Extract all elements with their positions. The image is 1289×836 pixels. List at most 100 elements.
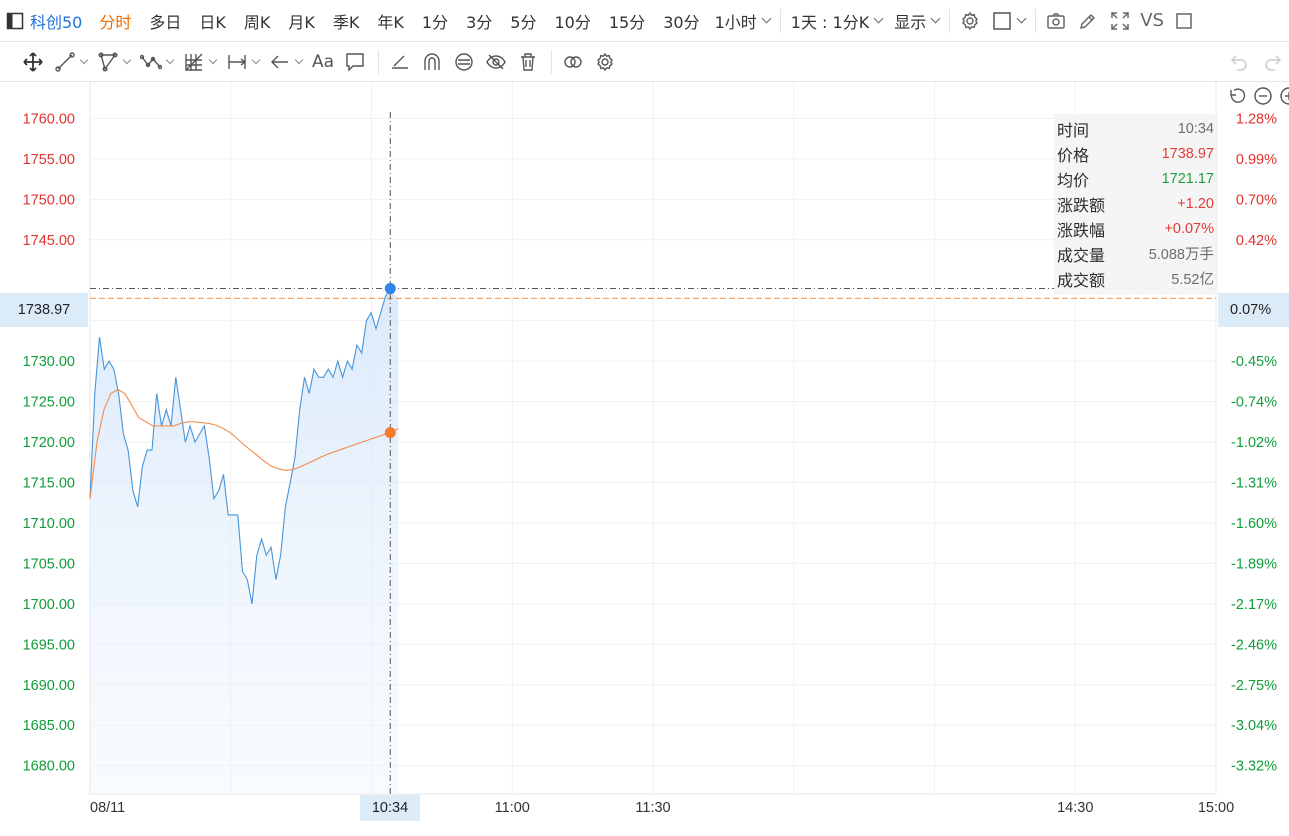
fullscreen-icon: [1111, 11, 1129, 30]
period-tab-daily[interactable]: 日K: [190, 9, 235, 33]
time-tick-label: 08/11: [90, 800, 125, 816]
magnet-tool[interactable]: [421, 42, 443, 82]
price-tick-label: 1760.00: [23, 111, 75, 127]
percent-tick-label: -1.60%: [1231, 516, 1277, 532]
percent-tick-label: 1.28%: [1236, 111, 1277, 127]
drawing-settings-tool[interactable]: [594, 42, 616, 82]
period-tab-1min[interactable]: 1分: [413, 9, 457, 33]
period-tab-multiday[interactable]: 多日: [140, 9, 190, 33]
time-tick-label: 15:00: [1198, 800, 1234, 816]
chevron-down-icon: [294, 55, 304, 64]
period-tab-intraday[interactable]: 分时: [90, 9, 140, 33]
display-dropdown[interactable]: 显示: [888, 9, 945, 33]
symbol-name[interactable]: 科创50: [30, 9, 82, 33]
percent-tick-label: -1.02%: [1231, 435, 1277, 451]
info-row-time: 时间 10:34: [1057, 116, 1214, 141]
crosshair-time-label: 10:34: [360, 795, 420, 821]
period-tab-30min[interactable]: 30分: [654, 9, 708, 33]
percent-tick-label: -0.74%: [1231, 395, 1277, 411]
draw-button[interactable]: [1072, 0, 1104, 42]
price-area: [90, 288, 399, 794]
divider: [378, 49, 380, 74]
percent-tick-label: 0.70%: [1236, 192, 1277, 208]
sidebar-toggle-button[interactable]: [0, 0, 30, 42]
text-tool[interactable]: Aa: [312, 42, 334, 82]
chevron-down-icon: [1016, 13, 1027, 24]
chevron-down-icon: [930, 13, 941, 24]
ruler-icon: [392, 55, 409, 69]
reset-icon[interactable]: [1227, 86, 1247, 106]
magnet-icon: [424, 52, 440, 70]
price-tick-label: 1695.00: [23, 637, 75, 653]
sync-tool[interactable]: [453, 42, 475, 82]
time-axis: 08/11 11:00 11:30 14:30 15:00: [90, 800, 1234, 816]
undo-redo: [1229, 42, 1289, 82]
fullscreen-button[interactable]: [1104, 0, 1136, 42]
window-button[interactable]: [1168, 0, 1200, 42]
measure-tool[interactable]: [226, 42, 261, 82]
time-tick-label: 11:00: [495, 800, 530, 816]
gear-icon: [962, 11, 979, 30]
settings-button[interactable]: [954, 0, 986, 42]
zoom-in-icon[interactable]: [1279, 86, 1289, 106]
eye-off-icon: [486, 54, 506, 69]
trend-line-icon: [55, 51, 75, 72]
info-value: 5.088万手: [1148, 247, 1214, 263]
move-icon: [23, 51, 43, 72]
redo-icon[interactable]: [1263, 52, 1283, 72]
percent-tick-label: -2.75%: [1231, 678, 1277, 694]
info-value: +0.07%: [1164, 220, 1214, 237]
square-icon: [993, 11, 1011, 30]
chevron-down-icon: [873, 13, 884, 24]
screenshot-button[interactable]: [1040, 0, 1072, 42]
price-tick-label: 1725.00: [23, 395, 75, 411]
period-tab-monthly[interactable]: 月K: [279, 9, 324, 33]
chevron-down-icon: [251, 55, 261, 64]
chart-style-dropdown[interactable]: [986, 11, 1031, 31]
time-tick-label: 14:30: [1057, 800, 1093, 816]
percent-tick-label: -1.31%: [1231, 476, 1277, 492]
period-tab-5min[interactable]: 5分: [501, 9, 545, 33]
percent-tick-label: -3.32%: [1231, 759, 1277, 775]
overlap-circles-icon: [564, 55, 582, 68]
pencil-icon: [1080, 13, 1096, 29]
info-key: 成交量: [1057, 245, 1106, 265]
move-tool[interactable]: [22, 42, 44, 82]
info-key: 涨跌幅: [1057, 220, 1106, 240]
ratio-dropdown[interactable]: 1天 : 1分K: [785, 9, 888, 33]
percent-tick-label: 0.42%: [1236, 233, 1277, 249]
info-value: 1738.97: [1161, 145, 1214, 162]
delete-tool[interactable]: [517, 42, 539, 82]
info-key: 均价: [1057, 170, 1090, 190]
period-tab-weekly[interactable]: 周K: [235, 9, 280, 33]
info-key: 成交额: [1057, 270, 1106, 290]
shape-tool[interactable]: [97, 42, 132, 82]
undo-icon[interactable]: [1229, 52, 1249, 72]
time-tick-label: 11:30: [635, 800, 670, 816]
info-row-turnover: 成交额 5.52亿: [1057, 266, 1214, 291]
hide-tool[interactable]: [485, 42, 507, 82]
arrow-tool[interactable]: [269, 42, 304, 82]
info-key: 涨跌额: [1057, 195, 1106, 215]
info-value: 1721.17: [1161, 170, 1214, 187]
price-tick-label: 1690.00: [23, 678, 75, 694]
ratio-dropdown-label: 1天 : 1分K: [790, 12, 870, 32]
price-tick-label: 1750.00: [23, 192, 75, 208]
eraser-line-tool[interactable]: [389, 42, 411, 82]
line-tool[interactable]: [54, 42, 89, 82]
period-tab-15min[interactable]: 15分: [600, 9, 654, 33]
info-key: 时间: [1057, 120, 1090, 140]
price-tick-label: 1685.00: [23, 718, 75, 734]
wave-tool[interactable]: [140, 42, 175, 82]
period-tab-quarterly[interactable]: 季K: [324, 9, 369, 33]
info-key: 价格: [1057, 145, 1090, 165]
zoom-out-icon[interactable]: [1253, 86, 1273, 106]
period-tab-10min[interactable]: 10分: [545, 9, 599, 33]
link-tool[interactable]: [562, 42, 584, 82]
period-tab-yearly[interactable]: 年K: [368, 9, 413, 33]
note-tool[interactable]: [344, 42, 366, 82]
compare-button[interactable]: VS: [1136, 10, 1168, 31]
period-tab-3min[interactable]: 3分: [457, 9, 501, 33]
fib-tool[interactable]: [183, 42, 218, 82]
hour-dropdown[interactable]: 1小时: [709, 9, 776, 33]
